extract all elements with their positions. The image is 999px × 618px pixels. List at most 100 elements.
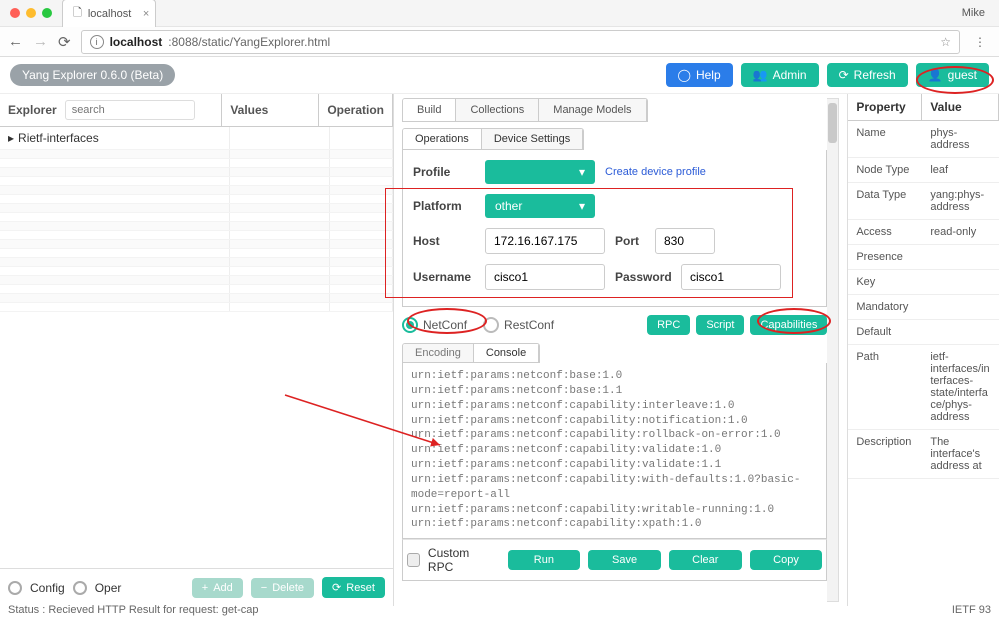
reset-icon: ⟳ — [332, 581, 341, 594]
property-col-value: Value — [922, 94, 999, 120]
host-label: Host — [413, 234, 475, 248]
refresh-button[interactable]: ⟳ Refresh — [827, 63, 908, 87]
property-row: Presence — [848, 245, 999, 270]
property-panel: Property Value Namephys-addressNode Type… — [847, 94, 999, 606]
custom-rpc-label: Custom RPC — [428, 546, 492, 574]
status-text: Status : Recieved HTTP Result for reques… — [8, 604, 258, 616]
browser-menu-icon[interactable]: ⋮ — [970, 35, 991, 49]
oper-radio[interactable] — [73, 581, 87, 595]
delete-button[interactable]: − Delete — [251, 578, 314, 598]
url-input[interactable]: i localhost :8088/static/YangExplorer.htm… — [81, 30, 960, 54]
property-value — [922, 320, 999, 344]
property-row: Key — [848, 270, 999, 295]
reset-button[interactable]: ⟳ Reset — [322, 577, 385, 598]
copy-button[interactable]: Copy — [750, 550, 823, 570]
tab-operations[interactable]: Operations — [403, 129, 482, 149]
script-button[interactable]: Script — [696, 315, 744, 335]
property-key: Presence — [848, 245, 922, 269]
config-radio[interactable] — [8, 581, 22, 595]
tab-device-settings[interactable]: Device Settings — [482, 129, 583, 149]
minimize-window-icon[interactable] — [26, 8, 36, 18]
user-icon: 👤 — [928, 68, 943, 82]
refresh-icon: ⟳ — [839, 68, 849, 82]
add-button[interactable]: + Add — [192, 578, 243, 598]
reload-icon[interactable]: ⟳ — [58, 33, 71, 51]
guest-button[interactable]: 👤guest — [916, 63, 989, 87]
browser-chrome: 🗋 localhost × Mike ← → ⟳ i localhost:808… — [0, 0, 999, 57]
url-host: localhost — [110, 35, 163, 49]
main-layout: Explorer Values Operation ▸ Rietf-interfa… — [0, 94, 999, 606]
capabilities-button[interactable]: Capabilities — [750, 315, 827, 335]
bottom-actions: Custom RPC Run Save Clear Copy — [402, 539, 827, 581]
save-button[interactable]: Save — [588, 550, 661, 570]
status-bar: Status : Recieved HTTP Result for reques… — [8, 604, 991, 616]
node-label: Rietf-interfaces — [18, 131, 99, 145]
refresh-label: Refresh — [854, 68, 896, 82]
expand-icon[interactable]: ▸ — [8, 131, 14, 145]
username-input[interactable] — [485, 264, 605, 290]
create-profile-link[interactable]: Create device profile — [605, 166, 706, 178]
tab-collections[interactable]: Collections — [456, 99, 539, 121]
close-tab-icon[interactable]: × — [143, 8, 149, 20]
property-row: Node Typeleaf — [848, 158, 999, 183]
back-icon[interactable]: ← — [8, 33, 23, 50]
close-window-icon[interactable] — [10, 8, 20, 18]
run-button[interactable]: Run — [508, 550, 581, 570]
browser-profile[interactable]: Mike — [962, 7, 985, 19]
property-value — [922, 245, 999, 269]
tree-row[interactable]: ▸ Rietf-interfaces — [0, 127, 393, 150]
explorer-header: Explorer Values Operation — [0, 94, 393, 127]
explorer-tree[interactable]: ▸ Rietf-interfaces — [0, 127, 393, 568]
admin-button[interactable]: 👥 Admin — [741, 63, 819, 87]
search-input[interactable] — [65, 100, 195, 120]
address-bar: ← → ⟳ i localhost:8088/static/YangExplor… — [0, 26, 999, 56]
protocol-row: NetConf RestConf RPC Script Capabilities — [402, 315, 827, 335]
property-rows: Namephys-addressNode TypeleafData Typeya… — [848, 121, 999, 479]
plus-icon: + — [202, 582, 208, 594]
tab-manage-models[interactable]: Manage Models — [539, 99, 646, 121]
property-key: Mandatory — [848, 295, 922, 319]
restconf-radio[interactable]: RestConf — [483, 317, 554, 333]
property-value: leaf — [922, 158, 999, 182]
clear-button[interactable]: Clear — [669, 550, 742, 570]
property-row: DescriptionThe interface's address at — [848, 430, 999, 479]
property-key: Node Type — [848, 158, 922, 182]
tab-title: localhost — [88, 8, 131, 20]
maximize-window-icon[interactable] — [42, 8, 52, 18]
site-info-icon[interactable]: i — [90, 35, 104, 49]
scrollbar-thumb[interactable] — [828, 103, 837, 143]
rpc-button[interactable]: RPC — [647, 315, 690, 335]
help-button[interactable]: ◯Help — [666, 63, 733, 87]
custom-rpc-checkbox[interactable] — [407, 553, 420, 567]
bookmark-icon[interactable]: ☆ — [940, 35, 951, 49]
property-key: Data Type — [848, 183, 922, 219]
property-row: Mandatory — [848, 295, 999, 320]
host-input[interactable] — [485, 228, 605, 254]
scrollbar[interactable] — [827, 98, 839, 602]
username-label: Username — [413, 270, 475, 284]
build-panel: Build Collections Manage Models Operatio… — [394, 94, 847, 606]
profile-dropdown[interactable]: ▾ — [485, 160, 595, 184]
users-icon: 👥 — [753, 68, 768, 82]
property-row: Default — [848, 320, 999, 345]
property-row: Namephys-address — [848, 121, 999, 158]
tab-encoding[interactable]: Encoding — [403, 344, 474, 362]
netconf-radio[interactable]: NetConf — [402, 317, 467, 333]
sub-tabs: Operations Device Settings — [402, 128, 584, 150]
app-title: Yang Explorer 0.6.0 (Beta) — [10, 64, 175, 86]
console-output[interactable]: urn:ietf:params:netconf:base:1.0 urn:iet… — [402, 363, 827, 539]
config-label: Config — [30, 581, 65, 595]
tab-console[interactable]: Console — [474, 344, 539, 362]
password-input[interactable] — [681, 264, 781, 290]
window-controls[interactable] — [10, 8, 52, 18]
property-header: Property Value — [848, 94, 999, 121]
browser-tab[interactable]: 🗋 localhost × — [62, 0, 156, 27]
platform-dropdown[interactable]: other▾ — [485, 194, 595, 218]
help-icon: ◯ — [678, 68, 691, 82]
status-right: IETF 93 — [952, 604, 991, 616]
url-path: :8088/static/YangExplorer.html — [168, 35, 330, 49]
port-input[interactable] — [655, 228, 715, 254]
tab-build[interactable]: Build — [403, 99, 456, 121]
admin-label: Admin — [773, 68, 807, 82]
main-tabs: Build Collections Manage Models — [402, 98, 648, 122]
